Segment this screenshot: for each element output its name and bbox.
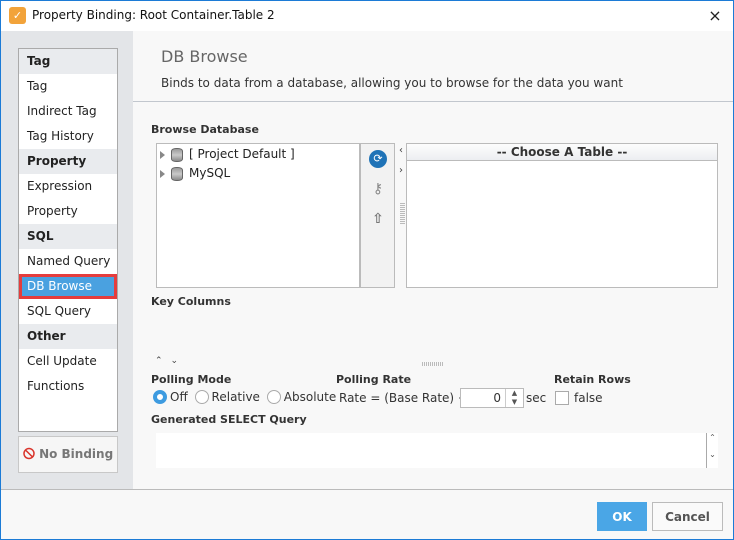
rate-unit-label: sec	[526, 391, 547, 405]
chevron-up-icon[interactable]: ⌃	[155, 356, 163, 366]
sidebar-item-db-browse[interactable]: DB Browse	[19, 274, 117, 299]
browse-database-label: Browse Database	[151, 123, 259, 136]
sidebar-item-cell-update[interactable]: Cell Update	[19, 349, 117, 374]
cancel-button[interactable]: Cancel	[652, 502, 723, 531]
dialog-footer: OK Cancel	[1, 489, 733, 539]
key-icon[interactable]: ⚷	[369, 180, 387, 198]
polling-rate-label: Polling Rate	[336, 373, 412, 386]
group-header-sql: SQL	[19, 224, 117, 249]
key-columns-label: Key Columns	[151, 295, 231, 308]
sidebar-item-indirect-tag[interactable]: Indirect Tag	[19, 99, 117, 124]
splitter-handle[interactable]	[400, 203, 405, 225]
sidebar-item-property[interactable]: Property	[19, 199, 117, 224]
page-title: DB Browse	[161, 47, 248, 66]
database-icon	[171, 147, 183, 162]
sidebar-item-tag-history[interactable]: Tag History	[19, 124, 117, 149]
refresh-icon[interactable]: ⟳	[369, 150, 387, 168]
stepper-down-icon[interactable]: ▼	[506, 398, 523, 407]
database-tree[interactable]: [ Project Default ] MySQL	[156, 143, 360, 288]
property-binding-dialog: ✓ Property Binding: Root Container.Table…	[0, 0, 734, 540]
polling-mode-group: Off Relative Absolute	[153, 390, 339, 407]
app-icon: ✓	[9, 7, 26, 24]
no-binding-label: No Binding	[39, 447, 114, 461]
horizontal-splitter-handle[interactable]	[422, 362, 444, 366]
chevron-left-icon[interactable]: ‹	[399, 145, 403, 156]
stepper-up-icon[interactable]: ▲	[506, 389, 523, 398]
binding-type-sidebar: Tag Tag Indirect Tag Tag History Propert…	[1, 31, 133, 489]
scroll-up-icon[interactable]: ⌃	[707, 433, 718, 442]
radio-indicator	[266, 390, 281, 404]
close-button[interactable]: ×	[697, 1, 733, 31]
expand-icon[interactable]	[160, 169, 165, 178]
group-header-property: Property	[19, 149, 117, 174]
sidebar-item-functions[interactable]: Functions	[19, 374, 117, 399]
ban-icon: 🛇	[22, 447, 36, 461]
collapse-controls: ⌃ ⌄	[155, 356, 186, 366]
sidebar-item-tag[interactable]: Tag	[19, 74, 117, 99]
group-header-other: Other	[19, 324, 117, 349]
rate-formula-label: Rate = (Base Rate) +/-	[339, 391, 477, 405]
retain-rows-label: Retain Rows	[554, 373, 631, 386]
expand-icon[interactable]	[160, 150, 165, 159]
sort-up-icon[interactable]: ⇧	[369, 210, 387, 228]
sidebar-item-sql-query[interactable]: SQL Query	[19, 299, 117, 324]
sidebar-item-named-query[interactable]: Named Query	[19, 249, 117, 274]
stepper-buttons: ▲ ▼	[505, 389, 523, 407]
browse-toolbar: ⟳ ⚷ ⇧	[360, 143, 395, 288]
table-header[interactable]: -- Choose A Table --	[407, 144, 717, 161]
window-title: Property Binding: Root Container.Table 2	[32, 8, 275, 22]
retain-rows-checkbox[interactable]: false	[555, 391, 603, 405]
polling-mode-label: Polling Mode	[151, 373, 232, 386]
database-icon	[171, 166, 183, 181]
radio-indicator	[153, 390, 167, 404]
chevron-down-icon[interactable]: ⌄	[171, 356, 179, 366]
generated-query-label: Generated SELECT Query	[151, 413, 307, 426]
radio-relative[interactable]: Relative	[194, 390, 260, 404]
radio-indicator	[194, 390, 209, 404]
scroll-down-icon[interactable]: ⌄	[707, 450, 718, 459]
checkbox-indicator	[555, 391, 569, 405]
polling-rate-stepper[interactable]: ▲ ▼	[460, 388, 524, 408]
no-binding-button[interactable]: 🛇 No Binding	[18, 436, 118, 473]
binding-type-list: Tag Tag Indirect Tag Tag History Propert…	[18, 48, 118, 432]
table-chooser[interactable]: -- Choose A Table --	[406, 143, 718, 288]
header-divider	[133, 101, 733, 102]
group-header-tag: Tag	[19, 49, 117, 74]
query-scrollbar[interactable]: ⌃ ⌄	[706, 433, 718, 468]
chevron-right-icon[interactable]: ›	[399, 165, 403, 176]
page-description: Binds to data from a database, allowing …	[161, 76, 623, 90]
tree-node-mysql[interactable]: MySQL	[160, 164, 230, 182]
db-browse-panel: DB Browse Binds to data from a database,…	[133, 31, 733, 489]
generated-query-textarea[interactable]: ⌃ ⌄	[156, 433, 718, 468]
ok-button[interactable]: OK	[597, 502, 647, 531]
radio-absolute[interactable]: Absolute	[266, 390, 336, 404]
tree-node-project-default[interactable]: [ Project Default ]	[160, 145, 295, 163]
polling-rate-input[interactable]	[461, 389, 505, 407]
close-icon: ×	[708, 6, 722, 25]
title-bar: ✓ Property Binding: Root Container.Table…	[1, 1, 733, 31]
sidebar-item-expression[interactable]: Expression	[19, 174, 117, 199]
radio-off[interactable]: Off	[153, 390, 188, 404]
